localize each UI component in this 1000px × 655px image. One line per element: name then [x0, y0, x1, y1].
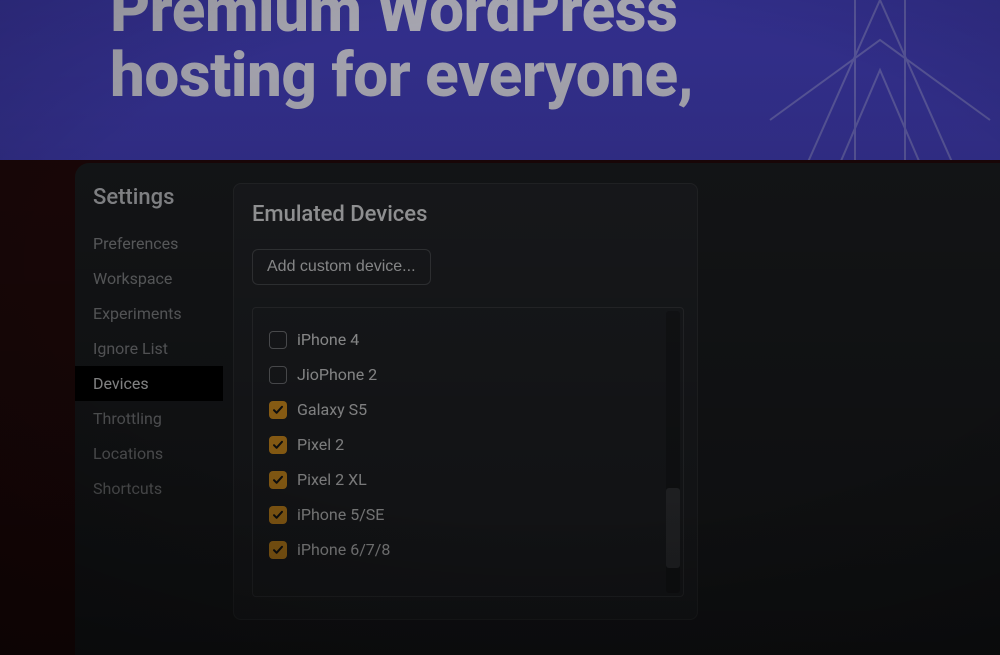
- device-row[interactable]: iPhone 4: [265, 322, 675, 357]
- device-label: Pixel 2 XL: [297, 470, 367, 489]
- checkbox-checked-icon[interactable]: [269, 471, 287, 489]
- add-custom-device-button[interactable]: Add custom device...: [252, 249, 431, 285]
- device-label: Galaxy S5: [297, 400, 367, 419]
- screenshot-stage: Premium WordPress hosting for everyone, …: [0, 0, 1000, 655]
- hero-headline: Premium WordPress hosting for everyone,: [110, 0, 693, 108]
- settings-title: Settings: [89, 185, 223, 210]
- checkbox-checked-icon[interactable]: [269, 541, 287, 559]
- card-title: Emulated Devices: [252, 202, 697, 227]
- hero-banner: Premium WordPress hosting for everyone,: [0, 0, 1000, 160]
- checkbox-checked-icon[interactable]: [269, 401, 287, 419]
- sidebar-item-locations[interactable]: Locations: [89, 436, 223, 471]
- checkbox-unchecked-icon[interactable]: [269, 366, 287, 384]
- sidebar-item-devices[interactable]: Devices: [75, 366, 223, 401]
- settings-sidebar: Settings PreferencesWorkspaceExperiments…: [75, 163, 223, 655]
- checkbox-checked-icon[interactable]: [269, 506, 287, 524]
- device-row[interactable]: Pixel 2 XL: [265, 462, 675, 497]
- device-row[interactable]: iPhone 5/SE: [265, 497, 675, 532]
- device-label: Pixel 2: [297, 435, 344, 454]
- sidebar-item-throttling[interactable]: Throttling: [89, 401, 223, 436]
- hero-line2: hosting for everyone,: [110, 39, 693, 112]
- devtools-settings-panel: Settings PreferencesWorkspaceExperiments…: [75, 163, 1000, 655]
- device-row[interactable]: Pixel 2: [265, 427, 675, 462]
- checkbox-unchecked-icon[interactable]: [269, 331, 287, 349]
- checkbox-checked-icon[interactable]: [269, 436, 287, 454]
- emulated-devices-card: Emulated Devices Add custom device... iP…: [233, 183, 698, 620]
- device-row[interactable]: Galaxy S5: [265, 392, 675, 427]
- device-row[interactable]: JioPhone 2: [265, 357, 675, 392]
- sidebar-item-workspace[interactable]: Workspace: [89, 261, 223, 296]
- device-row[interactable]: iPhone 6/7/8: [265, 532, 675, 567]
- hero-geometric-graphic: [760, 0, 1000, 160]
- sidebar-item-shortcuts[interactable]: Shortcuts: [89, 471, 223, 506]
- device-label: JioPhone 2: [297, 365, 377, 384]
- scrollbar-thumb[interactable]: [666, 488, 680, 568]
- settings-main: Emulated Devices Add custom device... iP…: [223, 163, 1000, 655]
- device-label: iPhone 6/7/8: [297, 540, 390, 559]
- sidebar-item-preferences[interactable]: Preferences: [89, 226, 223, 261]
- sidebar-item-experiments[interactable]: Experiments: [89, 296, 223, 331]
- device-label: iPhone 5/SE: [297, 505, 384, 524]
- device-label: iPhone 4: [297, 330, 359, 349]
- device-list-box: iPhone 4 JioPhone 2 Galaxy S5 Pixel 2 Pixel …: [252, 307, 684, 597]
- sidebar-item-ignore-list[interactable]: Ignore List: [89, 331, 223, 366]
